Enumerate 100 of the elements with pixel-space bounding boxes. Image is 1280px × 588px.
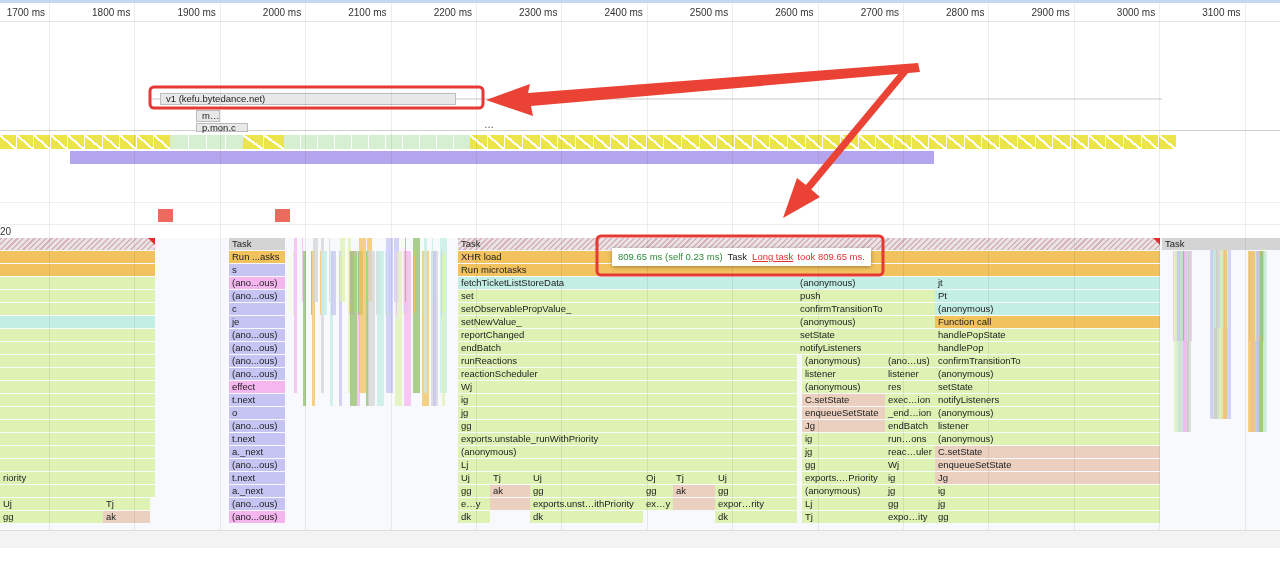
- flame-block[interactable]: setState: [935, 381, 1160, 393]
- flame-block[interactable]: jg: [935, 498, 1160, 510]
- flame-block[interactable]: ig: [885, 472, 935, 484]
- flame-block[interactable]: (ano...ous): [229, 420, 285, 432]
- flame-block[interactable]: [0, 459, 155, 471]
- flame-block[interactable]: reactionScheduler: [458, 368, 797, 380]
- flame-block[interactable]: [0, 446, 155, 458]
- request-bar[interactable]: m…: [196, 110, 220, 122]
- flame-block[interactable]: [0, 303, 155, 315]
- flame-block[interactable]: Wj: [885, 459, 935, 471]
- flame-block[interactable]: gg: [643, 485, 673, 497]
- flame-block[interactable]: [0, 368, 155, 380]
- flame-block[interactable]: (anonymous): [797, 316, 935, 328]
- flame-block[interactable]: [0, 329, 155, 341]
- flame-block[interactable]: (anonymous): [802, 355, 885, 367]
- flame-block[interactable]: e…y: [458, 498, 490, 510]
- flame-block[interactable]: Uj: [458, 472, 490, 484]
- flame-block[interactable]: (anonymous): [802, 485, 885, 497]
- flame-block[interactable]: ig: [458, 394, 797, 406]
- flame-block[interactable]: ak: [103, 511, 150, 523]
- flame-block[interactable]: t.next: [229, 472, 285, 484]
- flame-block[interactable]: ig: [802, 433, 885, 445]
- flame-block[interactable]: (anonymous): [797, 277, 935, 289]
- flame-block[interactable]: [0, 316, 155, 328]
- flame-block[interactable]: listener: [802, 368, 885, 380]
- flame-block[interactable]: ak: [490, 485, 530, 497]
- flame-block[interactable]: dk: [715, 511, 797, 523]
- flame-block[interactable]: Tj: [673, 472, 715, 484]
- flame-block[interactable]: t.next: [229, 394, 285, 406]
- flame-block[interactable]: endBatch: [885, 420, 935, 432]
- flame-block[interactable]: Jg: [802, 420, 885, 432]
- flame-block[interactable]: gg: [0, 511, 103, 523]
- flame-block[interactable]: fetchTicketListStoreData: [458, 277, 797, 289]
- flame-block[interactable]: Task: [229, 238, 285, 250]
- flame-block[interactable]: expo…ity: [885, 511, 935, 523]
- flame-block[interactable]: [0, 394, 155, 406]
- flame-block[interactable]: exports.…Priority: [802, 472, 885, 484]
- flame-block[interactable]: exports.unstable_runWithPriority: [458, 433, 797, 445]
- flame-block[interactable]: a._next: [229, 446, 285, 458]
- flame-block[interactable]: [0, 381, 155, 393]
- flame-block[interactable]: c: [229, 303, 285, 315]
- flame-block[interactable]: Oj: [643, 472, 673, 484]
- interaction-bar[interactable]: [70, 151, 934, 164]
- flame-block[interactable]: Jg: [935, 472, 1160, 484]
- flame-block[interactable]: [490, 498, 530, 510]
- flame-block[interactable]: [0, 264, 155, 276]
- flame-block[interactable]: setState: [797, 329, 935, 341]
- flame-block[interactable]: (anonymous): [802, 381, 885, 393]
- flame-block[interactable]: [0, 433, 155, 445]
- flame-block[interactable]: handlePop: [935, 342, 1160, 354]
- flame-block[interactable]: _end…ion: [885, 407, 935, 419]
- flame-block[interactable]: (anonymous): [935, 303, 1160, 315]
- flame-block[interactable]: Run ...asks: [229, 251, 285, 263]
- flame-block[interactable]: [0, 251, 155, 263]
- flame-block[interactable]: (ano...ous): [229, 498, 285, 510]
- flame-block[interactable]: Tj: [490, 472, 530, 484]
- flame-block[interactable]: reportChanged: [458, 329, 797, 341]
- flame-block[interactable]: (ano...ous): [229, 277, 285, 289]
- flame-block[interactable]: enqueueSetState: [935, 459, 1160, 471]
- flame-block[interactable]: gg: [458, 420, 797, 432]
- flame-block[interactable]: o: [229, 407, 285, 419]
- flame-block[interactable]: (anonymous): [458, 446, 797, 458]
- flame-block[interactable]: [0, 485, 155, 497]
- flame-block[interactable]: setNewValue_: [458, 316, 797, 328]
- flame-block[interactable]: set: [458, 290, 797, 302]
- flame-block[interactable]: Uj: [715, 472, 797, 484]
- flame-block[interactable]: gg: [458, 485, 490, 497]
- flame-block[interactable]: [0, 407, 155, 419]
- flame-block[interactable]: je: [229, 316, 285, 328]
- flame-block[interactable]: [0, 342, 155, 354]
- flame-block[interactable]: gg: [530, 485, 643, 497]
- flame-block[interactable]: (ano...ous): [229, 355, 285, 367]
- flame-block[interactable]: ig: [935, 485, 1160, 497]
- flame-block[interactable]: handlePopState: [935, 329, 1160, 341]
- flame-block[interactable]: ex…y: [643, 498, 673, 510]
- flame-block[interactable]: Function call: [935, 316, 1160, 328]
- flame-block[interactable]: Task: [1162, 238, 1280, 250]
- flame-block[interactable]: jg: [458, 407, 797, 419]
- flame-block[interactable]: notifyListeners: [935, 394, 1160, 406]
- flame-block[interactable]: ak: [673, 485, 715, 497]
- flame-block[interactable]: [0, 290, 155, 302]
- flame-block[interactable]: exports.unst…ithPriority: [530, 498, 643, 510]
- flame-block[interactable]: [0, 238, 155, 250]
- flame-block[interactable]: jt: [935, 277, 1160, 289]
- flame-block[interactable]: Uj: [0, 498, 103, 510]
- flame-block[interactable]: [0, 355, 155, 367]
- flame-block[interactable]: a._next: [229, 485, 285, 497]
- flame-block[interactable]: dk: [458, 511, 490, 523]
- flame-block[interactable]: (ano…us): [885, 355, 935, 367]
- warning-link[interactable]: Long task: [752, 249, 794, 265]
- flame-block[interactable]: (ano...ous): [229, 368, 285, 380]
- flame-block[interactable]: gg: [802, 459, 885, 471]
- flame-block[interactable]: run…ons: [885, 433, 935, 445]
- flame-block[interactable]: [0, 420, 155, 432]
- flame-block[interactable]: (ano...ous): [229, 290, 285, 302]
- marker[interactable]: [275, 209, 290, 222]
- flame-block[interactable]: Task: [458, 238, 1160, 250]
- flame-block[interactable]: [0, 277, 155, 289]
- flame-block[interactable]: listener: [885, 368, 935, 380]
- flame-block[interactable]: dk: [530, 511, 643, 523]
